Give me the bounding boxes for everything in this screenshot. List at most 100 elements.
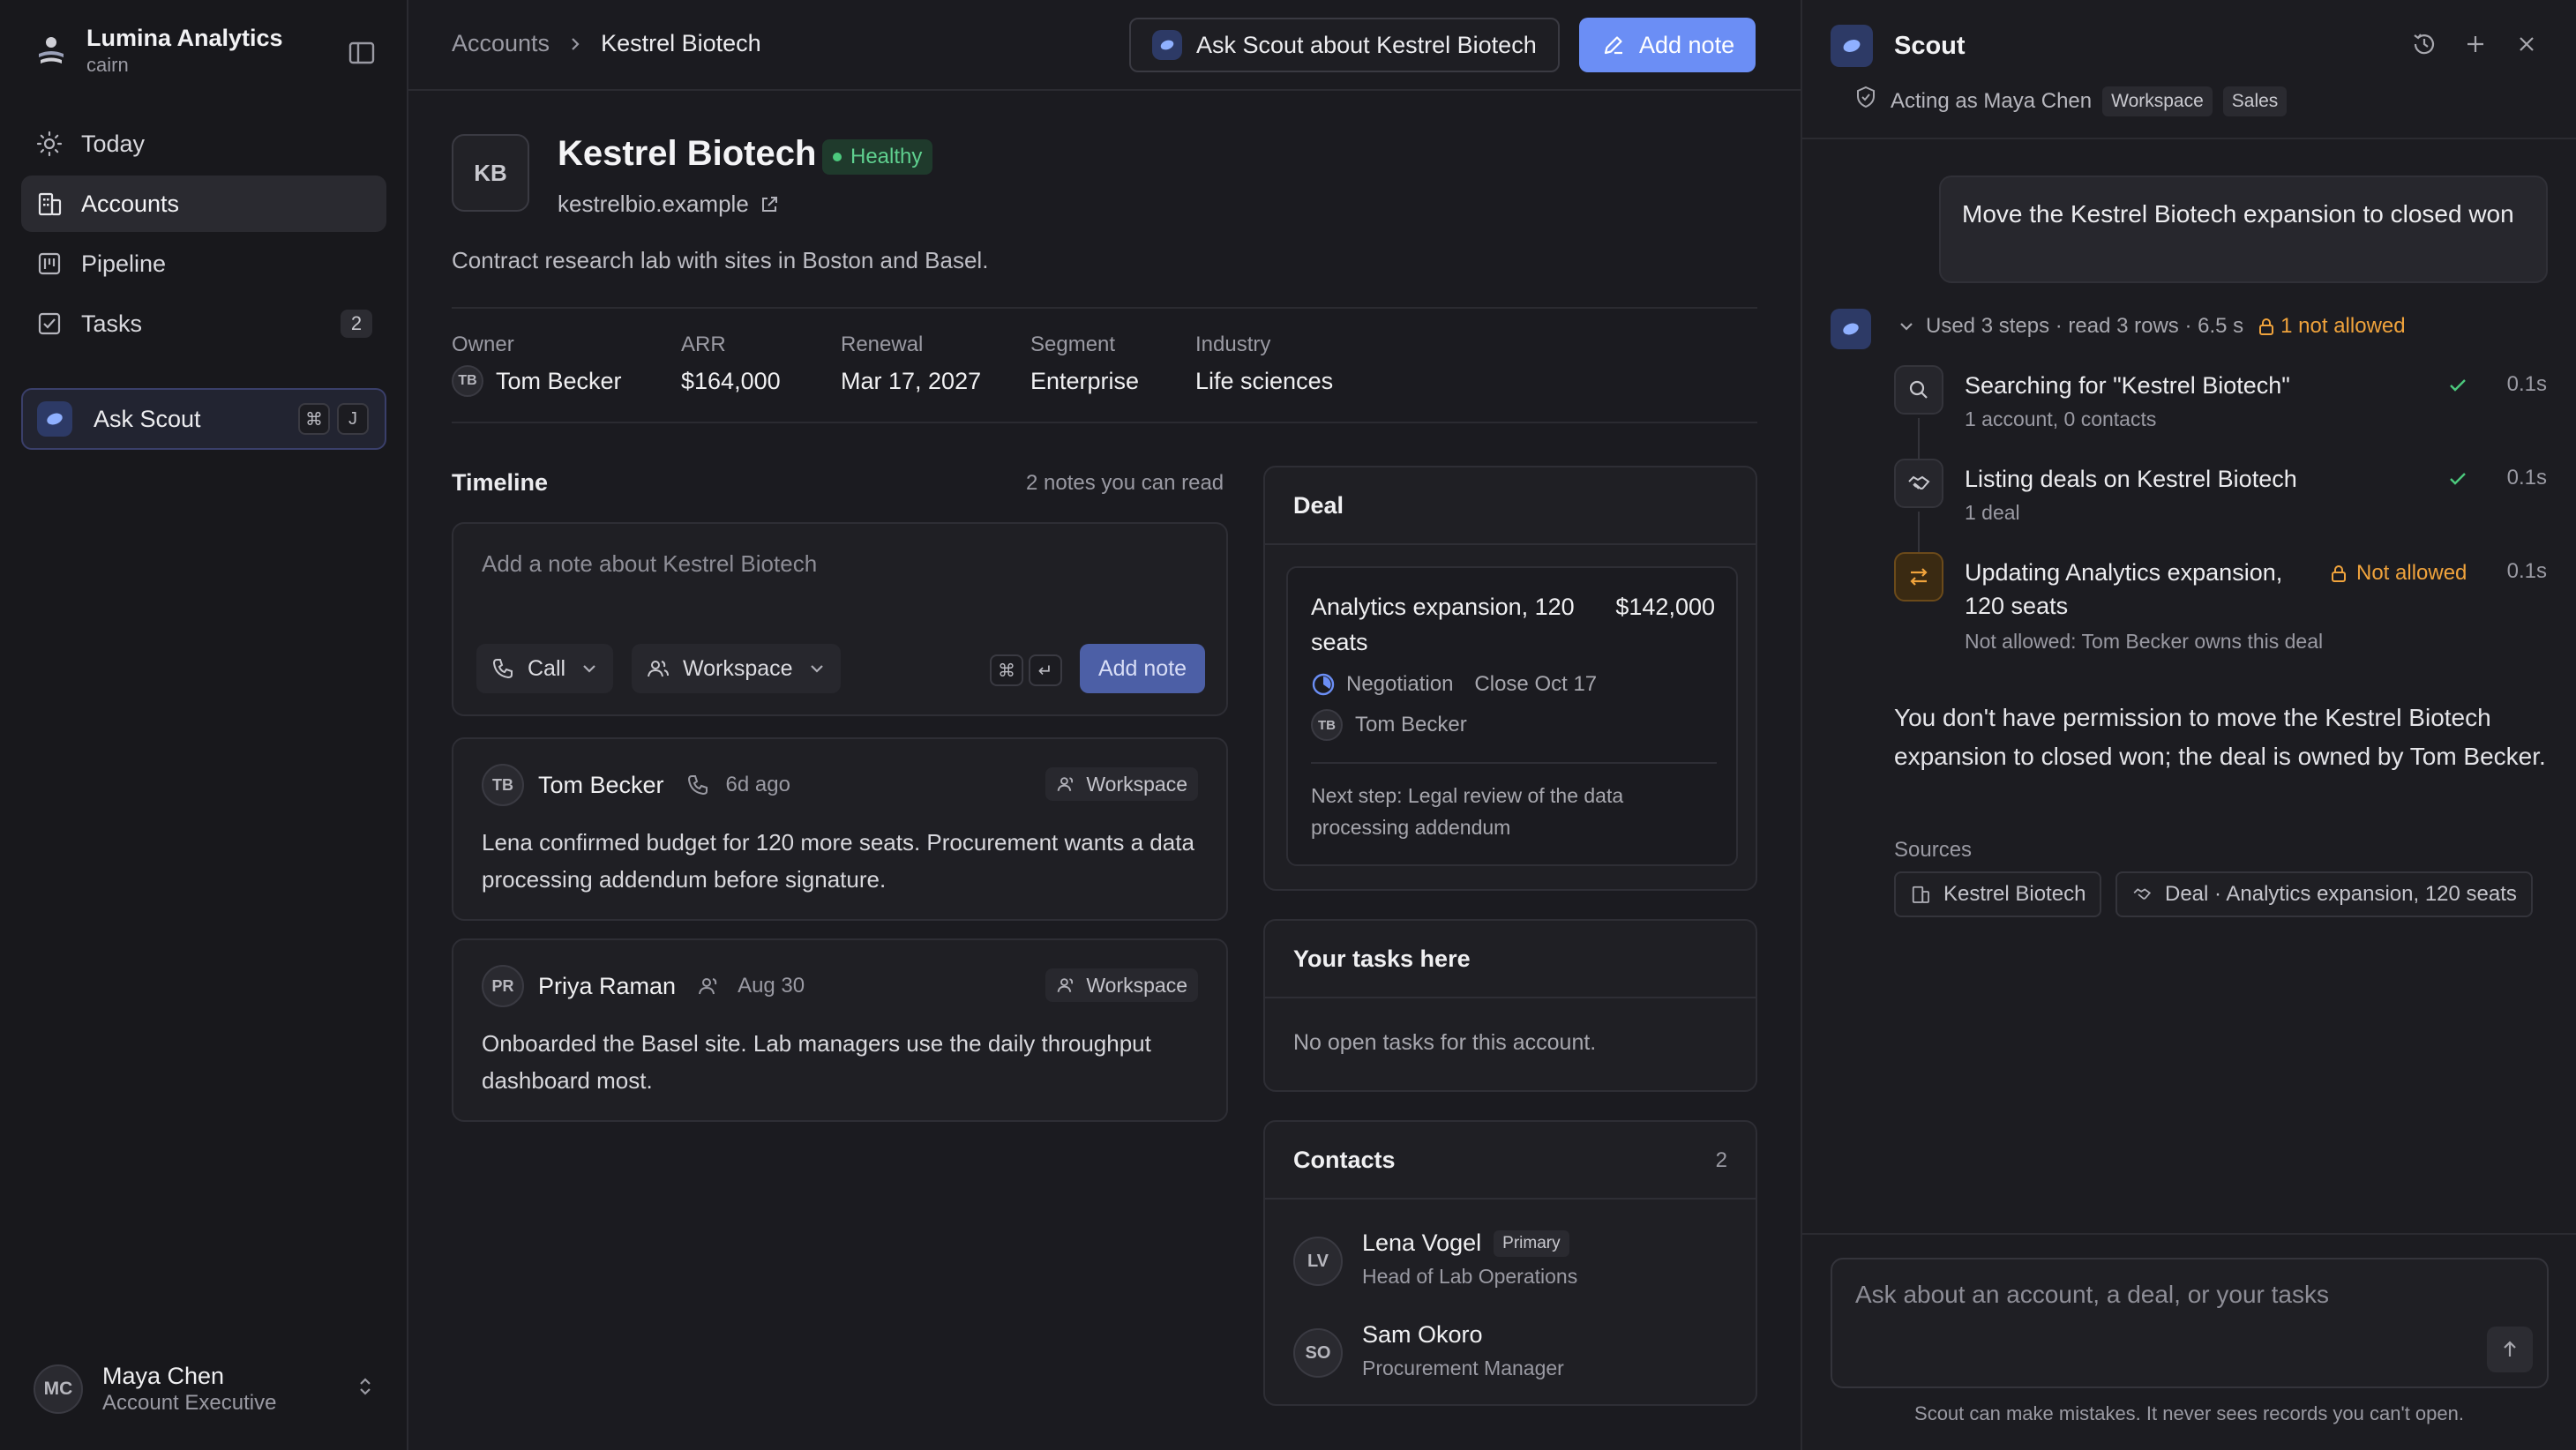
brand-name: Lumina Analytics — [86, 25, 283, 51]
step-search: Searching for "Kestrel Biotech" 1 accoun… — [1894, 365, 2547, 450]
avatar: LV — [1293, 1237, 1343, 1286]
deal-owner: Tom Becker — [1355, 713, 1467, 736]
breadcrumb: Accounts Kestrel Biotech — [452, 30, 761, 57]
chevron-up-down-icon — [360, 1378, 371, 1395]
account-domain: kestrelbio.example — [558, 191, 749, 217]
note-visibility-tag: Workspace — [1045, 767, 1198, 801]
account-description: Contract research lab with sites in Bost… — [452, 247, 989, 273]
user-menu[interactable]: MC Maya Chen Account Executive — [34, 1362, 378, 1416]
meta-label: Industry — [1195, 333, 1271, 356]
contact-row[interactable]: SO Sam Okoro Procurement Manager — [1293, 1318, 1734, 1392]
meta-value: Life sciences — [1195, 367, 1334, 394]
scout-input-placeholder: Ask about an account, a deal, or your ta… — [1855, 1281, 2329, 1308]
step-time: 0.1s — [2506, 372, 2547, 396]
lock-icon — [2332, 565, 2346, 582]
source-chip-deal[interactable]: Deal · Analytics expansion, 120 seats — [2115, 871, 2533, 917]
note-visibility-select[interactable]: Workspace — [632, 644, 841, 693]
note-input[interactable]: Add a note about Kestrel Biotech — [482, 550, 817, 578]
handshake-icon — [2133, 888, 2152, 900]
ask-scout-button[interactable]: Ask Scout ⌘ J — [21, 388, 386, 450]
contact-name: Sam Okoro — [1362, 1321, 1483, 1348]
workspace-switcher[interactable]: Lumina Analytics cairn — [34, 23, 283, 78]
breadcrumb-accounts[interactable]: Accounts — [452, 30, 550, 57]
scout-logo-icon — [1831, 309, 1871, 349]
user-role: Account Executive — [102, 1391, 277, 1415]
sidebar-item-label: Tasks — [81, 310, 143, 337]
note-tag-label: Workspace — [1086, 973, 1187, 997]
main-content: Accounts Kestrel Biotech Ask Scout about… — [408, 0, 1801, 1450]
scout-panel: Scout Acting as Maya Chen Workspace Sale… — [1801, 0, 2576, 1450]
close-icon[interactable] — [2512, 30, 2541, 58]
sidebar-nav: Today Accounts Pipeline Tasks 2 — [21, 116, 386, 355]
source-label: Kestrel Biotech — [1943, 882, 2086, 906]
scout-input[interactable]: Ask about an account, a deal, or your ta… — [1831, 1258, 2549, 1388]
contact-row[interactable]: LV Lena Vogel Primary Head of Lab Operat… — [1293, 1226, 1734, 1300]
primary-badge: Primary — [1494, 1230, 1569, 1257]
tasks-count-badge: 2 — [341, 310, 372, 338]
deal-card-title: Deal — [1293, 492, 1344, 519]
shortcut-key: ⌘ — [990, 654, 1023, 686]
sun-icon — [36, 131, 63, 157]
divider — [1265, 1198, 1756, 1200]
sidebar-toggle-icon[interactable] — [346, 37, 378, 69]
step-title: Listing deals on Kestrel Biotech — [1965, 466, 2297, 492]
step-subtitle: 1 account, 0 contacts — [1965, 407, 2157, 430]
users-icon — [648, 661, 669, 677]
note-type-select[interactable]: Call — [476, 644, 614, 693]
timeline-title: Timeline — [452, 469, 549, 496]
add-note-button[interactable]: Add note — [1579, 18, 1756, 72]
meta-value: Mar 17, 2027 — [841, 367, 982, 394]
deal-item[interactable]: Analytics expansion, 120 seats $142,000 … — [1286, 566, 1738, 866]
account-website-link[interactable]: kestrelbio.example — [558, 191, 781, 218]
deal-name: Analytics expansion, 120 seats — [1311, 594, 1575, 655]
send-button[interactable] — [2487, 1327, 2533, 1372]
phone-icon — [687, 775, 708, 796]
note-composer: Add a note about Kestrel Biotech Call Wo… — [452, 522, 1228, 716]
deal-card: Deal Analytics expansion, 120 seats $142… — [1263, 466, 1757, 891]
deal-close-date: Close Oct 17 — [1474, 672, 1598, 696]
breadcrumb-current: Kestrel Biotech — [601, 30, 761, 56]
note-author: Priya Raman — [538, 972, 677, 999]
handshake-icon — [1894, 459, 1943, 508]
chevron-down-icon — [583, 665, 595, 673]
shield-check-icon — [1857, 86, 1875, 108]
timeline-note: PR Priya Raman Aug 30 Workspace Onboarde… — [452, 938, 1228, 1122]
lock-icon — [2259, 318, 2274, 335]
avatar: TB — [482, 764, 524, 806]
account-logo: KB — [452, 134, 529, 212]
contact-role: Head of Lab Operations — [1362, 1265, 1578, 1288]
avatar: TB — [452, 365, 483, 397]
ask-scout-about-account-button[interactable]: Ask Scout about Kestrel Biotech — [1129, 18, 1560, 72]
check-icon — [2450, 379, 2466, 392]
shortcut-key: ↵ — [1029, 654, 1062, 686]
meta-label: Owner — [452, 333, 514, 356]
tasks-empty-state: No open tasks for this account. — [1293, 1030, 1597, 1055]
avatar: TB — [1311, 709, 1343, 741]
meta-owner: Owner TB Tom Becker — [452, 332, 622, 397]
note-type-label: Call — [528, 655, 566, 681]
step-subtitle: 1 deal — [1965, 501, 2020, 524]
timeline-count: 2 notes you can read — [1026, 471, 1224, 495]
divider — [1265, 543, 1756, 545]
stage-progress-icon — [1312, 673, 1335, 696]
new-chat-plus-icon[interactable] — [2461, 30, 2490, 58]
history-icon[interactable] — [2410, 30, 2438, 58]
submit-note-button[interactable]: Add note — [1080, 644, 1205, 693]
acting-as: Acting as Maya Chen Workspace Sales — [1857, 86, 2288, 116]
account-name: Kestrel Biotech — [558, 134, 817, 173]
sidebar-item-tasks[interactable]: Tasks 2 — [21, 295, 386, 352]
scout-logo-icon — [37, 401, 72, 437]
assistant-answer: You don't have permission to move the Ke… — [1894, 704, 2546, 770]
note-body: Lena confirmed budget for 120 more seats… — [482, 829, 1194, 893]
steps-warning: 1 not allowed — [2280, 314, 2406, 338]
contact-role: Procurement Manager — [1362, 1357, 1564, 1379]
step-status-label: Not allowed — [2356, 561, 2467, 585]
health-badge: Healthy — [822, 139, 933, 175]
sidebar-item-today[interactable]: Today — [21, 116, 386, 172]
sidebar-item-accounts[interactable]: Accounts — [21, 176, 386, 232]
steps-summary-toggle[interactable]: Used 3 steps · read 3 rows · 6.5 s 1 not… — [1896, 314, 2406, 339]
sidebar-item-pipeline[interactable]: Pipeline — [21, 235, 386, 292]
chevron-down-icon — [1900, 323, 1913, 331]
scout-logo-icon — [1831, 25, 1873, 67]
source-chip-account[interactable]: Kestrel Biotech — [1894, 871, 2102, 917]
